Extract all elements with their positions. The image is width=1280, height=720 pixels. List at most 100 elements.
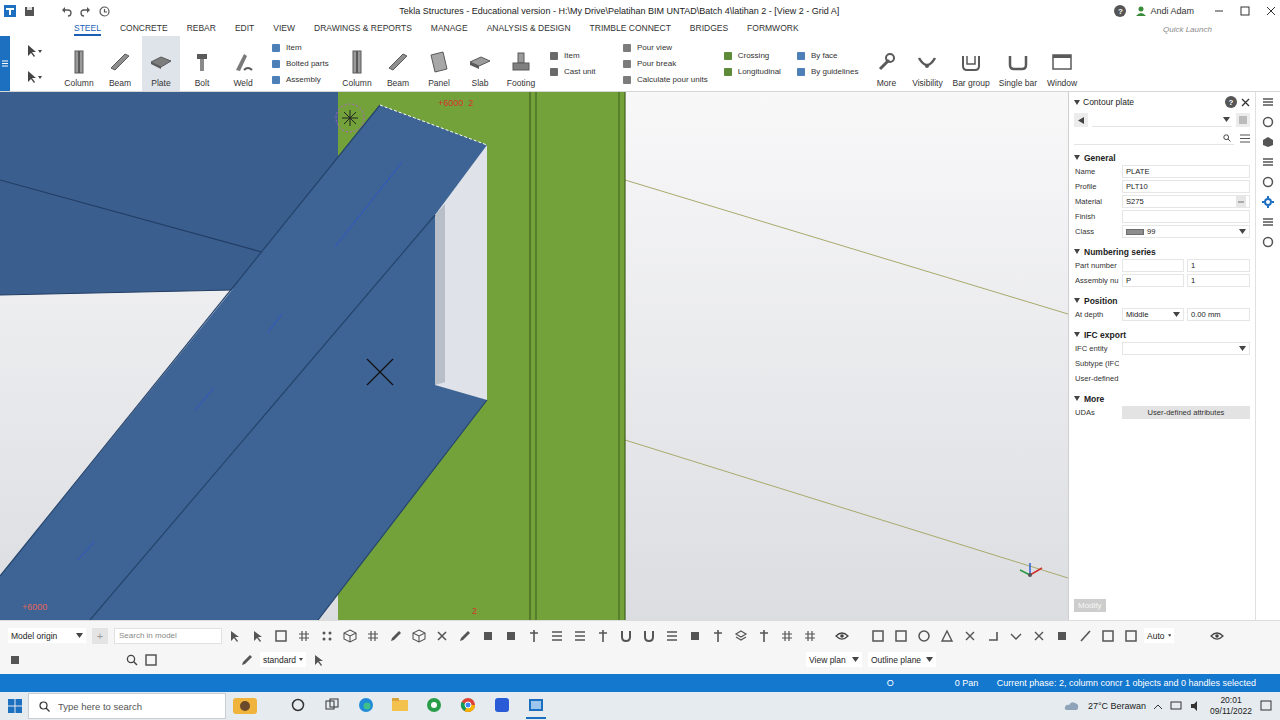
corner-tool-icon[interactable] bbox=[986, 629, 1000, 643]
square-tool-icon[interactable] bbox=[894, 629, 908, 643]
property-search-field[interactable] bbox=[1074, 131, 1234, 145]
pin-tool-icon[interactable] bbox=[596, 629, 610, 643]
side-tool[interactable] bbox=[1259, 235, 1277, 249]
box-tool-icon[interactable] bbox=[1055, 629, 1069, 643]
ribbon-small-button[interactable]: Item bbox=[549, 49, 607, 62]
menu-tab[interactable]: VIEW bbox=[273, 22, 295, 36]
section-header[interactable]: IFC export bbox=[1074, 328, 1250, 341]
ribbon-small-button[interactable]: By guidelines bbox=[796, 65, 859, 78]
outline-plane-select[interactable]: Outline plane bbox=[868, 652, 936, 667]
grid-tool-icon[interactable] bbox=[780, 629, 794, 643]
side-tool[interactable] bbox=[1259, 135, 1277, 149]
back-button[interactable] bbox=[1074, 113, 1088, 127]
ribbon-small-button[interactable]: By face bbox=[796, 49, 859, 62]
box-tool-icon[interactable] bbox=[504, 629, 518, 643]
search-highlight-icon[interactable] bbox=[232, 695, 258, 717]
section-header[interactable]: General bbox=[1074, 151, 1250, 164]
cross-tool-icon[interactable] bbox=[1032, 629, 1046, 643]
ribbon-button[interactable]: Visibility bbox=[908, 36, 946, 91]
pencil-tool-icon[interactable] bbox=[458, 629, 472, 643]
side-tool[interactable] bbox=[1259, 215, 1277, 229]
menu-tab[interactable]: STEEL bbox=[74, 22, 101, 36]
maximize-icon[interactable] bbox=[1240, 6, 1250, 16]
pencil-tool-icon[interactable] bbox=[389, 629, 403, 643]
add-button[interactable]: + bbox=[92, 628, 108, 644]
prefix-field[interactable]: P bbox=[1122, 274, 1184, 287]
menu-tab[interactable]: FORMWORK bbox=[747, 22, 798, 36]
zoom-icon[interactable] bbox=[126, 654, 138, 666]
square-tool-icon[interactable] bbox=[871, 629, 885, 643]
section-header[interactable]: More bbox=[1074, 392, 1250, 405]
pin-tool-icon[interactable] bbox=[757, 629, 771, 643]
browse-button[interactable] bbox=[1236, 196, 1246, 207]
panel-close-icon[interactable] bbox=[1241, 98, 1250, 107]
minimize-icon[interactable] bbox=[1214, 6, 1224, 16]
dots-tool-icon[interactable] bbox=[320, 629, 334, 643]
caret-tool-icon[interactable] bbox=[1009, 629, 1023, 643]
start-number-field[interactable]: 1 bbox=[1187, 259, 1250, 272]
pin-tool-icon[interactable] bbox=[711, 629, 725, 643]
ribbon-button[interactable]: Column bbox=[60, 36, 98, 91]
taskbar-search[interactable]: Type here to search bbox=[28, 693, 226, 719]
arrow-tool-icon[interactable] bbox=[228, 629, 242, 643]
ribbon-small-button[interactable]: Bolted parts bbox=[271, 57, 329, 70]
layers-tool-icon[interactable] bbox=[734, 629, 748, 643]
close-icon[interactable] bbox=[1266, 6, 1276, 16]
square-tool-icon[interactable] bbox=[274, 629, 288, 643]
ribbon-small-button[interactable]: Item bbox=[271, 41, 329, 54]
quick-launch-field[interactable]: Quick Launch bbox=[1160, 23, 1252, 35]
ribbon-button[interactable]: Weld bbox=[224, 36, 262, 91]
class-select[interactable]: 99 bbox=[1122, 225, 1250, 238]
grid-tool-icon[interactable] bbox=[803, 629, 817, 643]
query-icon[interactable] bbox=[26, 70, 44, 84]
scissors-tool-icon[interactable] bbox=[435, 629, 449, 643]
text-field[interactable]: PLT10 bbox=[1122, 180, 1250, 193]
menu-tab[interactable]: TRIMBLE CONNECT bbox=[590, 22, 671, 36]
cross-tool-icon[interactable] bbox=[963, 629, 977, 643]
prefix-field[interactable] bbox=[1122, 259, 1184, 272]
ribbon-button[interactable]: More bbox=[867, 36, 905, 91]
notifications-icon[interactable] bbox=[1260, 700, 1272, 712]
cube-tool-icon[interactable] bbox=[343, 629, 357, 643]
pencil-tool-icon[interactable] bbox=[240, 653, 254, 667]
panel-help-button[interactable]: ? bbox=[1225, 96, 1237, 108]
side-tool[interactable] bbox=[1259, 175, 1277, 189]
clock[interactable]: 20:0109/11/2022 bbox=[1210, 695, 1252, 717]
pin-tool-icon[interactable] bbox=[527, 629, 541, 643]
square-tool-icon[interactable] bbox=[1101, 629, 1115, 643]
edge-app[interactable] bbox=[356, 693, 376, 719]
section-header[interactable]: Numbering series bbox=[1074, 245, 1250, 258]
menu-tab[interactable]: CONCRETE bbox=[120, 22, 168, 36]
box-tool-icon[interactable] bbox=[481, 629, 495, 643]
explorer-app[interactable] bbox=[390, 693, 410, 719]
menu-tab[interactable]: REBAR bbox=[187, 22, 216, 36]
grid-tool-icon[interactable] bbox=[297, 629, 311, 643]
side-tool[interactable] bbox=[1259, 155, 1277, 169]
ribbon-button[interactable]: Panel bbox=[420, 36, 458, 91]
side-tool[interactable] bbox=[1259, 195, 1277, 209]
chrome-green-app[interactable] bbox=[424, 693, 444, 719]
ribbon-button[interactable]: Slab bbox=[461, 36, 499, 91]
auto-select[interactable]: Auto bbox=[1144, 628, 1174, 643]
circle-tool-icon[interactable] bbox=[917, 629, 931, 643]
cortana-app[interactable] bbox=[288, 693, 308, 719]
save-settings-button[interactable] bbox=[1236, 113, 1250, 127]
tekla-app[interactable] bbox=[526, 693, 546, 719]
ribbon-small-button[interactable]: Assembly bbox=[271, 73, 329, 86]
text-field[interactable]: PLATE bbox=[1122, 165, 1250, 178]
ribbon-button[interactable]: Column bbox=[338, 36, 376, 91]
diagonal-beam[interactable] bbox=[0, 105, 487, 620]
section-header[interactable]: Position bbox=[1074, 294, 1250, 307]
box-tool-icon[interactable] bbox=[8, 653, 22, 667]
magnet-tool-icon[interactable] bbox=[642, 629, 656, 643]
view-plan-select[interactable]: View plan bbox=[806, 652, 862, 667]
help-button[interactable]: ? bbox=[1114, 5, 1126, 17]
blue-app[interactable] bbox=[492, 693, 512, 719]
menu-tab[interactable]: DRAWINGS & REPORTS bbox=[314, 22, 412, 36]
side-tool[interactable] bbox=[1259, 95, 1277, 109]
grid-tool-icon[interactable] bbox=[366, 629, 380, 643]
ribbon-button[interactable]: Beam bbox=[379, 36, 417, 91]
lines-tool-icon[interactable] bbox=[665, 629, 679, 643]
ifc-entity-select[interactable] bbox=[1122, 342, 1250, 355]
udas-button[interactable]: User-defined attributes bbox=[1122, 406, 1250, 419]
